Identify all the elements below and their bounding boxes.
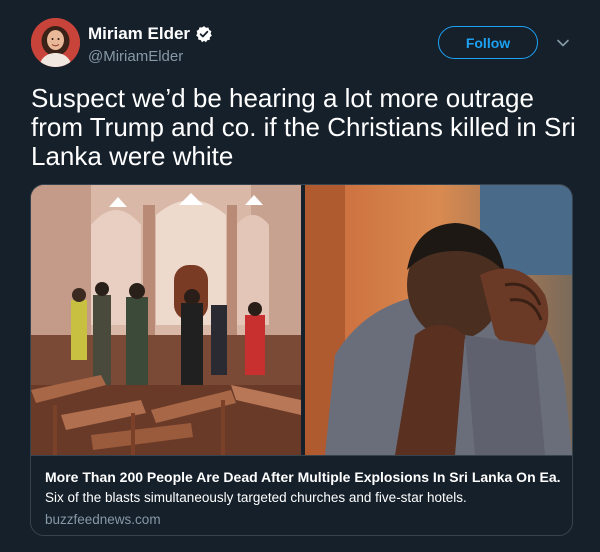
chevron-down-icon[interactable] bbox=[555, 36, 571, 50]
author-display-name[interactable]: Miriam Elder bbox=[88, 24, 190, 44]
card-title[interactable]: More Than 200 People Are Dead After Mult… bbox=[45, 469, 560, 485]
card-media bbox=[31, 185, 572, 455]
verified-badge-icon bbox=[195, 25, 213, 43]
link-card[interactable]: More Than 200 People Are Dead After Mult… bbox=[30, 184, 573, 536]
tweet-text: Suspect we’d be hearing a lot more outra… bbox=[31, 83, 576, 171]
author-handle[interactable]: @MiriamElder bbox=[88, 48, 183, 65]
tweet: Miriam Elder @MiriamElder Follow Suspect… bbox=[0, 0, 600, 552]
card-domain: buzzfeednews.com bbox=[45, 512, 161, 527]
avatar-image bbox=[31, 18, 80, 67]
avatar[interactable] bbox=[31, 18, 80, 67]
card-divider bbox=[31, 455, 572, 456]
card-description: Six of the blasts simultaneously targete… bbox=[45, 490, 467, 505]
follow-button[interactable]: Follow bbox=[438, 26, 538, 59]
author-name-row: Miriam Elder bbox=[88, 24, 213, 44]
card-image-grieving-man bbox=[305, 185, 572, 455]
card-image-church-interior bbox=[31, 185, 301, 455]
